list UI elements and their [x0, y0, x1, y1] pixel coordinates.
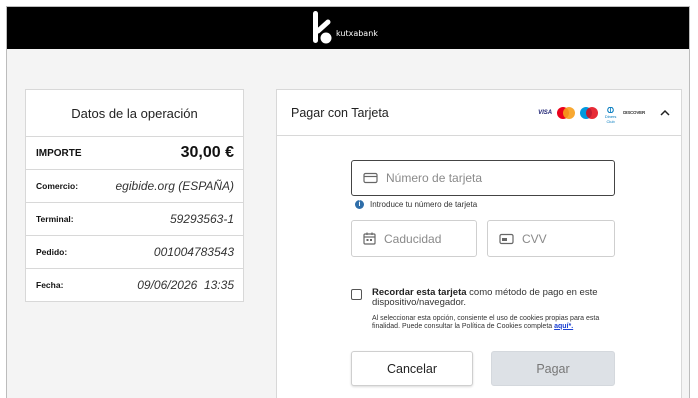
kutxabank-logo: kutxabank	[310, 9, 378, 47]
maestro-icon	[580, 106, 599, 119]
remember-card-option: Recordar esta tarjeta como método de pag…	[351, 288, 621, 330]
order-value: 001004783543	[153, 245, 234, 259]
operation-summary-panel: Datos de la operación IMPORTE 30,00 € Co…	[25, 89, 244, 302]
calendar-icon	[363, 232, 376, 245]
visa-icon: VISA	[538, 109, 553, 116]
chevron-up-icon[interactable]	[659, 107, 671, 119]
merchant-value: egibide.org (ESPAÑA)	[115, 179, 235, 193]
order-row: Pedido: 001004783543	[26, 235, 243, 268]
expiry-input[interactable]: Caducidad	[351, 220, 477, 257]
cookie-notice: Al seleccionar esta opción, consiente el…	[372, 315, 621, 330]
terminal-row: Terminal: 59293563-1	[26, 202, 243, 235]
card-number-placeholder: Número de tarjeta	[386, 171, 483, 185]
top-bar: kutxabank	[7, 7, 689, 49]
order-label: Pedido:	[36, 247, 68, 257]
expiry-placeholder: Caducidad	[384, 231, 442, 246]
browser-viewport: kutxabank Datos de la operación IMPORTE …	[6, 6, 690, 398]
diners-club-icon: Diners Club	[603, 106, 618, 124]
cvv-input[interactable]: CVV	[487, 220, 615, 257]
kutxabank-k-logo-icon	[313, 11, 332, 44]
date-label: Fecha:	[36, 280, 64, 290]
date-value: 09/06/2026 13:35	[137, 278, 234, 292]
cvv-placeholder: CVV	[522, 231, 547, 246]
card-payment-panel: Pagar con Tarjeta VISA Diners Club DISCO…	[276, 89, 682, 398]
amount-label: IMPORTE	[36, 147, 82, 159]
discover-icon: DISCOVER	[623, 110, 645, 115]
card-brand-logos: VISA Diners Club DISCOVER	[538, 106, 645, 124]
credit-card-icon	[363, 172, 378, 184]
info-icon: i	[355, 200, 364, 209]
merchant-label: Comercio:	[36, 181, 79, 191]
remember-card-checkbox[interactable]	[351, 289, 362, 300]
amount-row: IMPORTE 30,00 €	[26, 136, 243, 169]
summary-title: Datos de la operación	[71, 105, 198, 121]
mastercard-icon	[557, 106, 576, 119]
card-payment-title: Pagar con Tarjeta	[291, 105, 389, 120]
pay-button[interactable]: Pagar	[491, 351, 615, 386]
card-number-input[interactable]: Número de tarjeta	[351, 160, 615, 196]
cancel-button[interactable]: Cancelar	[351, 351, 473, 386]
terminal-label: Terminal:	[36, 214, 74, 224]
remember-card-label[interactable]: Recordar esta tarjeta como método de pag…	[372, 288, 621, 308]
brand-name: kutxabank	[336, 29, 378, 38]
card-payment-header[interactable]: Pagar con Tarjeta VISA Diners Club DISCO…	[277, 90, 681, 136]
terminal-value: 59293563-1	[169, 212, 234, 226]
card-number-hint-text: Introduce tu número de tarjeta	[370, 200, 478, 209]
date-row: Fecha: 09/06/2026 13:35	[26, 268, 243, 301]
card-number-hint: i Introduce tu número de tarjeta	[355, 200, 477, 209]
cookie-policy-link[interactable]: aquí*.	[554, 323, 573, 330]
card-back-icon	[499, 233, 514, 244]
diners-club-label: Diners Club	[604, 114, 617, 124]
merchant-row: Comercio: egibide.org (ESPAÑA)	[26, 169, 243, 202]
amount-value: 30,00 €	[180, 144, 234, 161]
